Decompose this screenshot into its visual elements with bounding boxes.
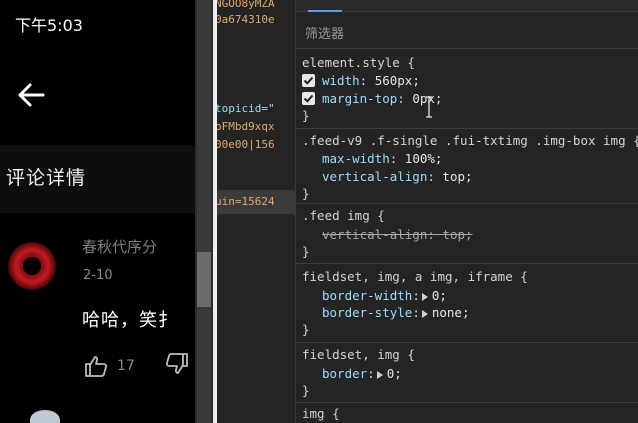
property-name: margin-top bbox=[322, 91, 398, 106]
rule-close-brace: } bbox=[302, 186, 310, 201]
like-count: 17 bbox=[117, 358, 135, 374]
dom-line[interactable]: 0a674310e bbox=[217, 13, 275, 26]
avatar[interactable] bbox=[8, 242, 56, 290]
styles-pane: 筛选器 element.style { width: 560px; margin… bbox=[295, 0, 638, 423]
rule-close-brace: } bbox=[302, 322, 310, 337]
rule-close-brace: } bbox=[302, 383, 310, 398]
rule-selector[interactable]: fieldset, img, a img, iframe { bbox=[302, 269, 528, 284]
filter-input[interactable]: 筛选器 bbox=[305, 23, 344, 42]
comment-detail-title: 评论详情 bbox=[0, 145, 195, 213]
property-checkbox[interactable] bbox=[302, 92, 315, 105]
elements-tree: NGOO8yMZA 0a674310e topicid=" oFMbd9xqx … bbox=[217, 0, 295, 423]
scrollbar-thumb[interactable] bbox=[197, 252, 211, 307]
style-property[interactable]: border-style: none; bbox=[322, 305, 469, 320]
dom-line[interactable]: topicid=" bbox=[217, 102, 275, 115]
style-property[interactable]: border: 0; bbox=[322, 366, 402, 381]
rule-selector[interactable]: fieldset, img { bbox=[302, 347, 415, 362]
property-name: border-style bbox=[322, 305, 413, 320]
style-rule-overridden: .feed img { vertical-align: top; } bbox=[296, 204, 638, 264]
style-property[interactable]: vertical-align: top; bbox=[322, 169, 473, 184]
style-rule: fieldset, img, a img, iframe { border-wi… bbox=[296, 264, 638, 343]
style-property[interactable]: border-width: 0; bbox=[322, 288, 447, 303]
thumbs-down-icon[interactable] bbox=[165, 352, 189, 376]
property-name: border bbox=[322, 366, 368, 381]
property-name: width bbox=[322, 73, 360, 88]
rule-selector[interactable]: element.style { bbox=[302, 55, 415, 70]
property-name: vertical-align bbox=[322, 227, 428, 242]
property-value[interactable]: 100%; bbox=[405, 151, 443, 166]
comment-author[interactable]: 春秋代序分 bbox=[82, 236, 157, 257]
status-time: 下午5:03 bbox=[15, 16, 83, 35]
expand-triangle-icon[interactable] bbox=[376, 370, 383, 379]
style-rule: img { bbox=[296, 403, 638, 423]
back-arrow-icon[interactable] bbox=[16, 80, 46, 110]
rule-close-brace: } bbox=[302, 244, 310, 259]
expand-triangle-icon[interactable] bbox=[421, 309, 428, 318]
property-checkbox[interactable] bbox=[302, 74, 315, 87]
comment-text: 哈哈，笑扌 bbox=[82, 310, 177, 331]
property-value[interactable]: top; bbox=[442, 169, 472, 184]
dom-line[interactable]: uin=15624 bbox=[217, 195, 275, 208]
scrollbar-track[interactable] bbox=[197, 0, 211, 423]
style-property[interactable]: max-width: 100%; bbox=[322, 151, 442, 166]
style-rule: fieldset, img { border: 0; } bbox=[296, 343, 638, 403]
rule-selector[interactable]: img { bbox=[302, 406, 340, 421]
property-name: vertical-align bbox=[322, 169, 428, 184]
expand-triangle-icon[interactable] bbox=[421, 292, 428, 301]
next-comment-avatar[interactable] bbox=[30, 410, 60, 423]
style-rule: .feed-v9 .f-single .fui-txtimg .img-box … bbox=[296, 129, 638, 204]
dom-line[interactable]: 00e00|156 bbox=[217, 138, 275, 151]
tab-styles[interactable] bbox=[308, 0, 342, 12]
rule-selector[interactable]: .feed-v9 .f-single .fui-txtimg .img-box … bbox=[302, 133, 638, 148]
style-property-overridden[interactable]: vertical-align: top; bbox=[322, 227, 473, 242]
rule-close-brace: } bbox=[302, 108, 310, 123]
phone-screen: 下午5:03 评论详情 春秋代序分 2-10 哈哈，笑扌 17 bbox=[0, 0, 195, 423]
comment-date: 2-10 bbox=[83, 268, 113, 283]
property-name: border-width bbox=[322, 288, 413, 303]
property-value[interactable]: 560px; bbox=[375, 73, 420, 88]
dom-line[interactable]: NGOO8yMZA bbox=[217, 0, 275, 10]
property-value[interactable]: 0; bbox=[387, 366, 402, 381]
dom-line[interactable]: oFMbd9xqx bbox=[217, 120, 275, 133]
style-rule-element: element.style { width: 560px; margin-top… bbox=[296, 50, 638, 129]
thumbs-up-icon[interactable] bbox=[84, 354, 108, 378]
style-property[interactable]: width: 560px; bbox=[322, 73, 420, 88]
property-value[interactable]: none; bbox=[432, 305, 470, 320]
property-name: max-width bbox=[322, 151, 390, 166]
property-value[interactable]: 0; bbox=[432, 288, 447, 303]
rule-selector[interactable]: .feed img { bbox=[302, 208, 385, 223]
styles-tabs bbox=[296, 0, 638, 12]
filter-bar: 筛选器 bbox=[296, 13, 638, 49]
property-value[interactable]: top; bbox=[442, 227, 472, 242]
text-cursor-icon bbox=[426, 96, 432, 118]
